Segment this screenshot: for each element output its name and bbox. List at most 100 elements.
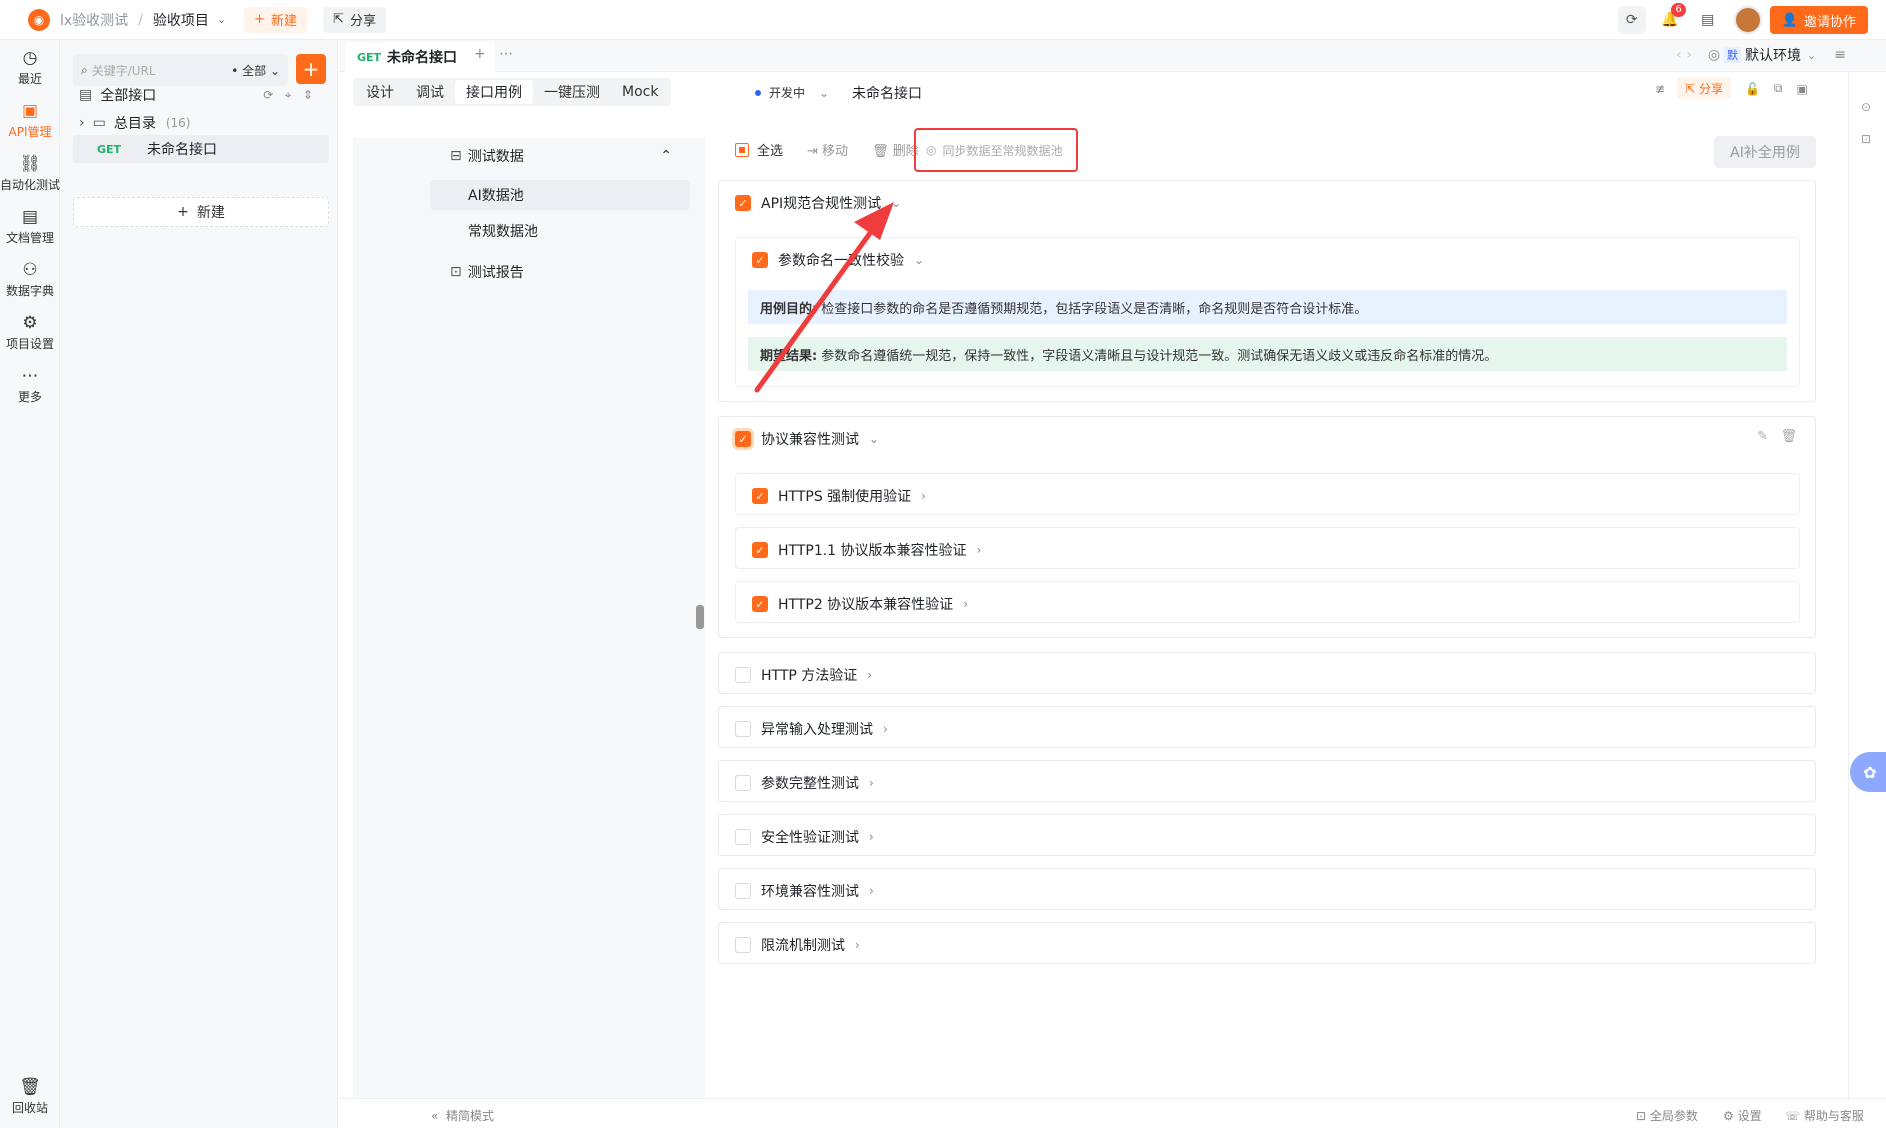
edit-icon[interactable]: ✎: [1757, 429, 1768, 444]
arrow-nav-icon[interactable]: ‹ ›: [1676, 47, 1692, 63]
chevron-right-icon[interactable]: ›: [869, 884, 874, 898]
group-checkbox[interactable]: [735, 937, 751, 953]
sub-case-header[interactable]: ✓ HTTP1.1 协议版本兼容性验证 ›: [752, 540, 981, 560]
check-circle-icon[interactable]: ⊙: [1861, 100, 1871, 114]
chevron-right-icon[interactable]: ›: [963, 597, 968, 611]
select-all-checkbox[interactable]: [735, 142, 749, 157]
save-icon[interactable]: ▣: [1796, 82, 1807, 96]
case-group-collapsed[interactable]: 环境兼容性测试 ›: [718, 868, 1816, 910]
chevron-right-icon[interactable]: ›: [867, 668, 872, 682]
sub-case-header[interactable]: ✓ 参数命名一致性校验 ⌄: [752, 250, 924, 270]
sub-case-header[interactable]: ✓ HTTP2 协议版本兼容性验证 ›: [752, 594, 968, 614]
sub-case-checkbox[interactable]: ✓: [752, 252, 768, 268]
tree-new-button[interactable]: + 新建: [73, 197, 329, 227]
app-logo-icon[interactable]: ◉: [28, 8, 50, 31]
sub-case-header[interactable]: ✓ HTTPS 强制使用验证 ›: [752, 486, 926, 506]
avatar[interactable]: [1733, 6, 1762, 34]
nav-item-more[interactable]: ⋯ 更多: [0, 366, 60, 405]
case-group-collapsed[interactable]: 参数完整性测试 ›: [718, 760, 1816, 802]
format-icon[interactable]: ≢: [1655, 82, 1665, 96]
help-button[interactable]: ☏ 帮助与客服: [1785, 1107, 1864, 1124]
case-group-collapsed[interactable]: 限流机制测试 ›: [718, 922, 1816, 964]
assistant-float-icon[interactable]: ✿: [1850, 752, 1886, 792]
nav-item-dictionary[interactable]: ⚇ 数据字典: [0, 260, 60, 299]
chevron-down-icon[interactable]: ⌄: [217, 13, 226, 26]
group-checkbox[interactable]: [735, 721, 751, 737]
group-checkbox[interactable]: ✓: [735, 195, 751, 211]
copy-icon[interactable]: ⧉: [1774, 81, 1783, 96]
new-button[interactable]: + 新建: [244, 6, 308, 33]
ai-fill-cases-button[interactable]: AI补全用例: [1714, 136, 1816, 168]
group-header[interactable]: ✓ 协议兼容性测试 ⌄: [735, 429, 879, 449]
case-group-collapsed[interactable]: 安全性验证测试 ›: [718, 814, 1816, 856]
add-api-button[interactable]: +: [296, 54, 326, 84]
group-checkbox[interactable]: [735, 883, 751, 899]
chevron-right-icon[interactable]: ›: [921, 489, 926, 503]
sub-case-checkbox[interactable]: ✓: [752, 542, 768, 558]
chevron-right-icon[interactable]: ›: [883, 722, 888, 736]
test-report-item[interactable]: ⊡ 测试报告: [450, 257, 650, 287]
group-header[interactable]: HTTP 方法验证 ›: [735, 665, 872, 685]
chevron-down-icon[interactable]: ⌄: [869, 432, 879, 446]
chevron-right-icon[interactable]: ›: [869, 776, 874, 790]
panel-collapse-handle[interactable]: [696, 605, 704, 629]
group-header[interactable]: 参数完整性测试 ›: [735, 773, 874, 793]
test-data-header[interactable]: ⊟ 测试数据 ⌃: [450, 141, 672, 171]
sync-icon[interactable]: ⟳: [1617, 6, 1646, 34]
nav-item-api[interactable]: ▣ API管理: [0, 101, 60, 140]
status-select[interactable]: 开发中 ⌄: [755, 84, 829, 101]
chevron-right-icon[interactable]: ›: [855, 938, 860, 952]
ai-pool-item[interactable]: AI数据池: [430, 180, 690, 210]
code-icon[interactable]: ⊡: [1861, 132, 1871, 146]
filter-select[interactable]: • 全部 ⌄: [231, 62, 280, 79]
group-checkbox[interactable]: [735, 829, 751, 845]
compact-mode-button[interactable]: « 精简模式: [431, 1107, 494, 1124]
trash-icon[interactable]: 🗑: [1780, 429, 1797, 444]
group-header[interactable]: 环境兼容性测试 ›: [735, 881, 874, 901]
add-tab-icon[interactable]: + ⋯: [474, 46, 513, 62]
nav-item-docs[interactable]: ▤ 文档管理: [0, 207, 60, 246]
case-group-collapsed[interactable]: HTTP 方法验证 ›: [718, 652, 1816, 694]
sub-case-checkbox[interactable]: ✓: [752, 596, 768, 612]
nav-item-automation[interactable]: ⛓ 自动化测试: [0, 154, 60, 193]
group-header[interactable]: 限流机制测试 ›: [735, 935, 860, 955]
sub-case-checkbox[interactable]: ✓: [752, 488, 768, 504]
chevron-right-icon[interactable]: ›: [869, 830, 874, 844]
bell-icon[interactable]: 🔔 6: [1656, 3, 1686, 34]
chevron-down-icon[interactable]: ⌄: [891, 196, 901, 210]
chevron-down-icon[interactable]: ⌄: [914, 253, 924, 267]
nav-item-settings[interactable]: ⚙ 项目设置: [0, 313, 60, 352]
tab-api[interactable]: GET 未命名接口: [345, 42, 495, 72]
group-checkbox[interactable]: [735, 775, 751, 791]
api-share-button[interactable]: ⇱ 分享: [1677, 78, 1731, 99]
case-group-collapsed[interactable]: 异常输入处理测试 ›: [718, 706, 1816, 748]
invite-button[interactable]: 👤 邀请协作: [1769, 6, 1868, 34]
subtab-debug[interactable]: 调试: [405, 80, 455, 104]
sub-case-item[interactable]: ✓ HTTP1.1 协议版本兼容性验证 ›: [735, 527, 1800, 569]
select-all-label[interactable]: 全选: [757, 140, 783, 159]
subtab-cases[interactable]: 接口用例: [455, 80, 533, 104]
tree-all-apis[interactable]: ▤ 全部接口 ⟳ ⌖ ⇕: [73, 81, 329, 109]
chevron-right-icon[interactable]: ›: [79, 115, 85, 131]
group-header[interactable]: 安全性验证测试 ›: [735, 827, 874, 847]
normal-pool-item[interactable]: 常规数据池: [468, 216, 668, 246]
breadcrumb-project[interactable]: 验收项目: [153, 10, 209, 30]
nav-item-recent[interactable]: ◷ 最近: [0, 48, 60, 87]
group-header[interactable]: 异常输入处理测试 ›: [735, 719, 888, 739]
menu-icon[interactable]: ≡: [1834, 47, 1846, 63]
sync-to-normal-pool-button[interactable]: ◎ 同步数据至常规数据池: [914, 128, 1078, 172]
api-title-input[interactable]: 未命名接口: [852, 80, 1662, 106]
group-header[interactable]: ✓ API规范合规性测试 ⌄: [735, 193, 901, 213]
group-checkbox[interactable]: [735, 667, 751, 683]
tree-api-item[interactable]: GET 未命名接口: [73, 135, 329, 163]
share-button[interactable]: ⇱ 分享: [323, 6, 386, 33]
subtab-mock[interactable]: Mock: [611, 80, 669, 104]
sub-case-item[interactable]: ✓ HTTPS 强制使用验证 ›: [735, 473, 1800, 515]
tree-toolbar-icons[interactable]: ⟳ ⌖ ⇕: [263, 88, 313, 103]
subtab-stress[interactable]: 一键压测: [533, 80, 611, 104]
nav-item-recycle[interactable]: 🗑 回收站: [0, 1077, 60, 1116]
move-button[interactable]: ⇥ 移动: [807, 140, 848, 159]
global-params-button[interactable]: ⊡ 全局参数: [1636, 1107, 1698, 1124]
environment-select[interactable]: ‹ › ◎ 默 默认环境 ⌄ ≡: [1676, 45, 1846, 65]
breadcrumb-team[interactable]: lx验收测试: [60, 10, 128, 30]
